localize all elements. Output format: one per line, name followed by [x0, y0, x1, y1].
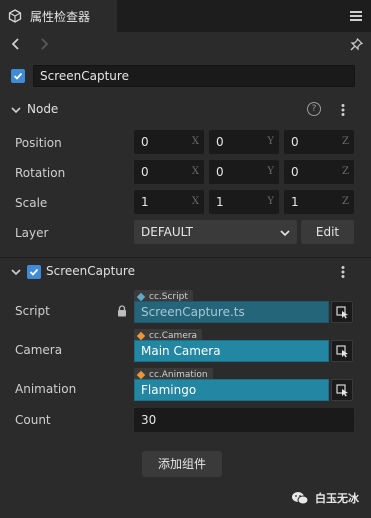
- position-y-field[interactable]: 0Y: [209, 130, 279, 154]
- camera-label: Camera: [15, 343, 63, 357]
- inspector-icon: [8, 9, 22, 23]
- add-component-button[interactable]: 添加组件: [142, 451, 222, 477]
- rotation-x-field[interactable]: 0X: [134, 160, 204, 184]
- scale-x-field[interactable]: 1X: [134, 190, 204, 214]
- component-section-header[interactable]: ScreenCapture: [0, 260, 371, 284]
- position-label: Position: [15, 136, 62, 150]
- count-label: Count: [15, 413, 51, 427]
- panel-titlebar: 属性检查器: [0, 0, 371, 32]
- watermark: 白玉无冰: [291, 490, 359, 506]
- rotation-y-field[interactable]: 0Y: [209, 160, 279, 184]
- script-picker-button[interactable]: [331, 301, 353, 323]
- position-z-field[interactable]: 0Z: [284, 130, 354, 154]
- rotation-z-field[interactable]: 0Z: [284, 160, 354, 184]
- layer-edit-button[interactable]: Edit: [301, 220, 354, 244]
- inspector-tab-title: 属性检查器: [30, 9, 91, 24]
- component-enabled-checkbox[interactable]: [27, 265, 41, 279]
- position-x-field[interactable]: 0X: [134, 130, 204, 154]
- node-name-row: ScreenCapture: [11, 65, 355, 87]
- animation-reference-field[interactable]: Flamingo: [134, 379, 329, 401]
- inspector-navbar: [0, 32, 371, 56]
- layer-label: Layer: [15, 226, 49, 240]
- animation-label: Animation: [15, 382, 77, 396]
- hamburger-menu-icon[interactable]: [349, 9, 363, 23]
- rotation-label: Rotation: [15, 166, 66, 180]
- lock-icon: [117, 305, 127, 317]
- more-vertical-icon[interactable]: [341, 265, 345, 279]
- animation-picker-button[interactable]: [331, 379, 353, 401]
- chevron-left-icon[interactable]: [9, 37, 23, 51]
- wechat-icon: [291, 491, 309, 505]
- diamond-icon: [136, 370, 146, 379]
- pin-icon[interactable]: [349, 37, 363, 51]
- help-icon[interactable]: ?: [307, 102, 321, 116]
- scale-label: Scale: [15, 196, 48, 210]
- section-divider: [0, 257, 371, 258]
- chevron-down-icon[interactable]: [11, 266, 21, 276]
- chevron-down-icon: [280, 227, 290, 237]
- chevron-down-icon[interactable]: [11, 104, 21, 114]
- node-section-title: Node: [27, 102, 59, 116]
- layer-select[interactable]: DEFAULT: [134, 220, 297, 244]
- chevron-right-icon[interactable]: [37, 37, 51, 51]
- scale-z-field[interactable]: 1Z: [284, 190, 354, 214]
- more-vertical-icon[interactable]: [341, 103, 345, 117]
- node-active-checkbox[interactable]: [11, 69, 25, 83]
- scale-y-field[interactable]: 1Y: [209, 190, 279, 214]
- camera-reference-field[interactable]: Main Camera: [134, 340, 329, 362]
- diamond-icon: [136, 331, 146, 340]
- diamond-icon: [136, 292, 146, 301]
- inspector-tab[interactable]: 属性检查器: [0, 0, 117, 32]
- camera-picker-button[interactable]: [331, 340, 353, 362]
- count-input[interactable]: 30: [134, 408, 354, 432]
- component-title: ScreenCapture: [46, 264, 135, 278]
- node-name-input[interactable]: ScreenCapture: [33, 65, 355, 87]
- script-label: Script: [15, 304, 50, 318]
- script-asset-field[interactable]: ScreenCapture.ts: [134, 301, 329, 323]
- node-section-header[interactable]: Node ?: [0, 98, 371, 122]
